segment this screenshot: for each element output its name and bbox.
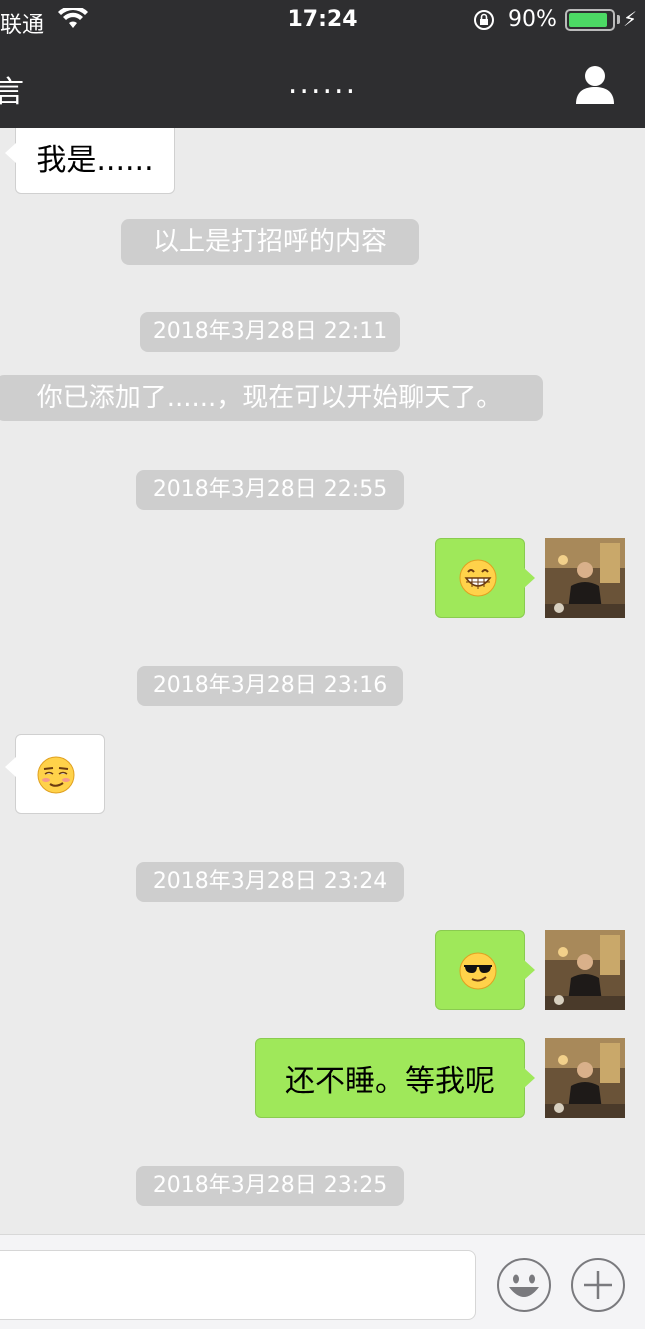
grinning-teeth-emoji-icon bbox=[459, 559, 497, 597]
message-text: 还不睡。等我呢 bbox=[285, 1064, 495, 1099]
chat-title: ...... bbox=[287, 66, 358, 101]
system-notice-text: 以上是打招呼的内容 bbox=[152, 227, 387, 257]
timestamp: 2018年3月28日 23:25 bbox=[136, 1166, 404, 1206]
incoming-message-bubble[interactable]: 我是...... bbox=[5, 128, 175, 194]
avatar[interactable] bbox=[545, 930, 625, 1010]
message-input-bar bbox=[0, 1234, 645, 1329]
outgoing-message-bubble[interactable] bbox=[435, 930, 535, 1010]
rotation-lock-icon bbox=[474, 10, 494, 30]
timestamp-text: 2018年3月28日 22:55 bbox=[152, 477, 388, 502]
timestamp: 2018年3月28日 23:24 bbox=[136, 862, 404, 902]
timestamp-text: 2018年3月28日 23:25 bbox=[152, 1173, 388, 1198]
chat-message-list[interactable]: 我是...... 以上是打招呼的内容 2018年3月28日 22:11 你已添加… bbox=[0, 128, 645, 1234]
sunglasses-emoji-icon bbox=[459, 952, 497, 990]
avatar-photo bbox=[545, 930, 625, 1010]
charging-icon: ⚡ bbox=[623, 7, 638, 31]
timestamp: 2018年3月28日 23:16 bbox=[137, 666, 403, 706]
timestamp-text: 2018年3月28日 23:24 bbox=[152, 869, 388, 894]
outgoing-message-bubble[interactable] bbox=[435, 538, 535, 618]
smiley-face-icon[interactable] bbox=[496, 1257, 552, 1313]
system-notice-text: 你已添加了......，现在可以开始聊天了。 bbox=[36, 383, 503, 413]
battery-tip bbox=[617, 15, 620, 24]
timestamp: 2018年3月28日 22:55 bbox=[136, 470, 404, 510]
navigation-header: 联通 17:24 90% ⚡ 言 ...... bbox=[0, 0, 645, 128]
battery-icon bbox=[565, 9, 615, 31]
incoming-message-bubble[interactable] bbox=[5, 734, 105, 814]
system-notice: 你已添加了......，现在可以开始聊天了。 bbox=[0, 375, 543, 421]
system-notice: 以上是打招呼的内容 bbox=[121, 219, 419, 265]
message-input[interactable] bbox=[0, 1250, 476, 1320]
plus-circle-icon[interactable] bbox=[570, 1257, 626, 1313]
smirk-emoji-icon bbox=[37, 756, 75, 794]
timestamp-text: 2018年3月28日 22:11 bbox=[152, 319, 388, 344]
timestamp: 2018年3月28日 22:11 bbox=[140, 312, 400, 352]
person-icon[interactable] bbox=[574, 64, 616, 104]
battery-level bbox=[569, 13, 607, 27]
battery-percent: 90% bbox=[508, 7, 557, 32]
timestamp-text: 2018年3月28日 23:16 bbox=[152, 673, 388, 698]
avatar-photo bbox=[545, 1038, 625, 1118]
avatar[interactable] bbox=[545, 1038, 625, 1118]
outgoing-message-bubble[interactable]: 还不睡。等我呢 bbox=[255, 1038, 535, 1118]
avatar-photo bbox=[545, 538, 625, 618]
avatar[interactable] bbox=[545, 538, 625, 618]
message-text: 我是...... bbox=[36, 143, 154, 178]
status-bar: 联通 17:24 90% ⚡ bbox=[0, 0, 645, 40]
